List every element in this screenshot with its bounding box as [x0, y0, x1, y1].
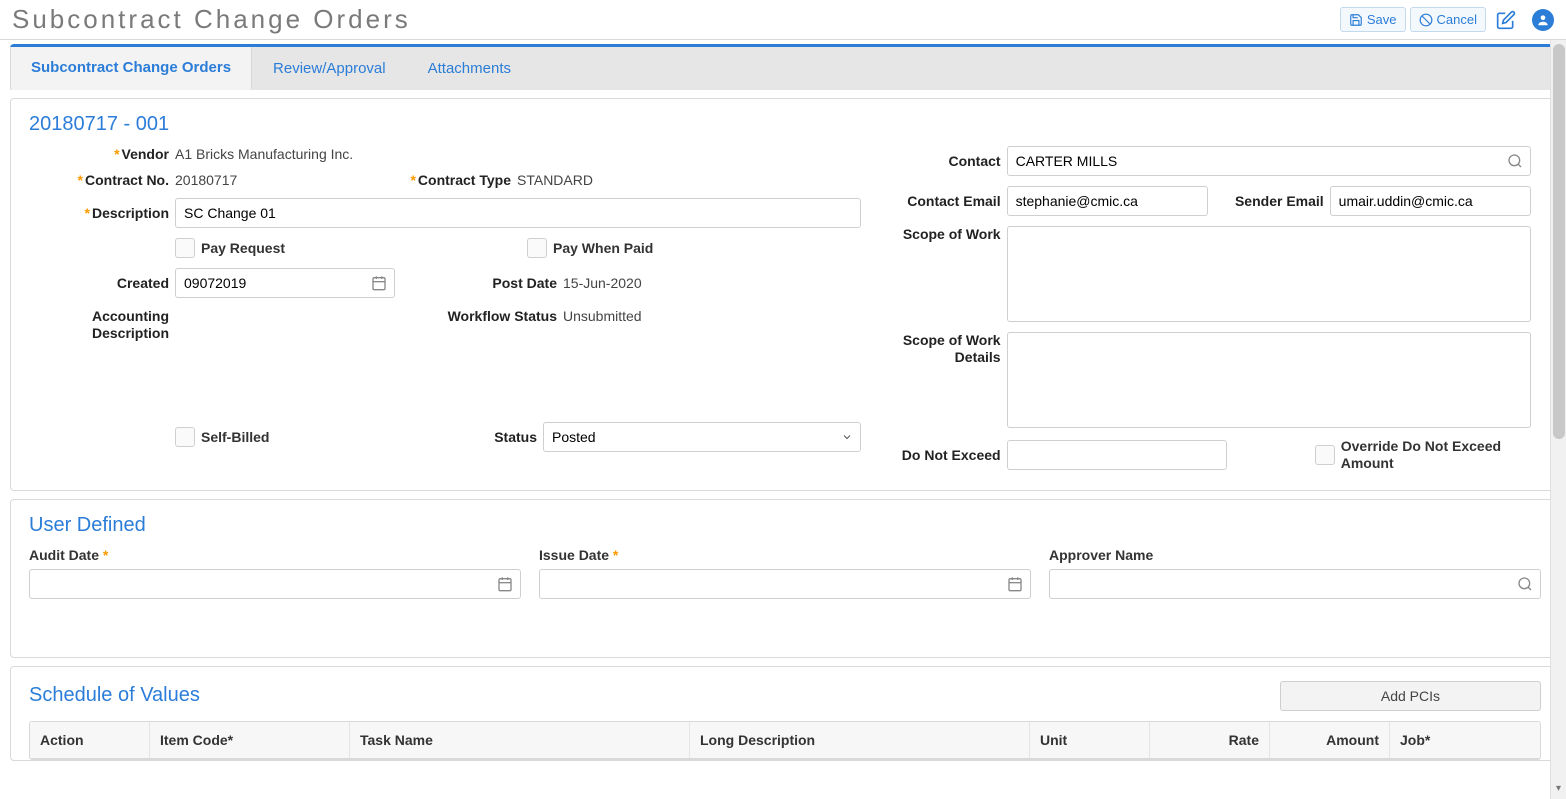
issue-date-input[interactable]: [539, 569, 1031, 599]
audit-date-label: Audit Date: [29, 547, 521, 563]
scope-details-label: Scope of Work Details: [881, 332, 1001, 366]
col-amount[interactable]: Amount: [1270, 722, 1390, 758]
col-task-name[interactable]: Task Name: [350, 722, 690, 758]
sov-header-row: Action Item Code* Task Name Long Descrip…: [30, 722, 1540, 759]
user-defined-panel: User Defined Audit Date Issue Date: [10, 499, 1560, 658]
contact-email-input[interactable]: [1007, 186, 1208, 216]
col-item-code[interactable]: Item Code*: [150, 722, 350, 758]
do-not-exceed-label: Do Not Exceed: [881, 447, 1001, 463]
post-date-label: Post Date: [401, 275, 557, 291]
override-dne-checkbox[interactable]: [1315, 445, 1335, 465]
header-actions: Save Cancel: [1340, 6, 1554, 34]
row-acct-workflow: Accounting Description Workflow Status U…: [29, 308, 861, 342]
pay-request-label: Pay Request: [201, 240, 521, 256]
record-title: 20180717 - 001: [29, 113, 1541, 136]
audit-date-input[interactable]: [29, 569, 521, 599]
save-button[interactable]: Save: [1340, 7, 1406, 32]
sov-title: Schedule of Values: [29, 684, 200, 707]
user-avatar-icon[interactable]: [1532, 9, 1554, 31]
contract-no-label: Contract No.: [29, 172, 169, 188]
approver-name-label: Approver Name: [1049, 547, 1541, 563]
status-label: Status: [467, 429, 537, 445]
tab-subcontract-change-orders[interactable]: Subcontract Change Orders: [10, 47, 252, 90]
col-unit[interactable]: Unit: [1030, 722, 1150, 758]
add-pcis-button[interactable]: Add PCIs: [1280, 681, 1541, 711]
save-label: Save: [1367, 12, 1397, 27]
edit-icon[interactable]: [1490, 6, 1522, 34]
col-job[interactable]: Job*: [1390, 722, 1540, 758]
pay-when-paid-label: Pay When Paid: [553, 240, 653, 256]
self-billed-checkbox[interactable]: [175, 427, 195, 447]
sov-table: Action Item Code* Task Name Long Descrip…: [29, 721, 1541, 760]
vendor-label: Vendor: [29, 146, 169, 162]
pay-request-checkbox[interactable]: [175, 238, 195, 258]
page-title: Subcontract Change Orders: [12, 4, 411, 35]
contract-no-value: 20180717: [175, 172, 375, 188]
row-emails: Contact Email Sender Email: [881, 186, 1531, 216]
scroll-down-icon[interactable]: ▾: [1551, 783, 1566, 799]
post-date-value: 15-Jun-2020: [563, 275, 642, 291]
contract-type-label: Contract Type: [381, 172, 511, 188]
row-scope: Scope of Work: [881, 226, 1531, 322]
col-rate[interactable]: Rate: [1150, 722, 1270, 758]
approver-name-input[interactable]: [1049, 569, 1541, 599]
created-label: Created: [29, 275, 169, 291]
status-select[interactable]: Posted: [543, 422, 861, 452]
do-not-exceed-input[interactable]: [1007, 440, 1227, 470]
sender-email-label: Sender Email: [1214, 193, 1324, 209]
override-dne-label: Override Do Not Exceed Amount: [1341, 438, 1531, 472]
cancel-label: Cancel: [1437, 12, 1477, 27]
scope-of-work-input[interactable]: [1007, 226, 1531, 322]
contract-type-value: STANDARD: [517, 172, 593, 188]
cancel-icon: [1419, 13, 1433, 27]
workflow-status-label: Workflow Status: [401, 308, 557, 324]
created-input[interactable]: [175, 268, 395, 298]
workflow-status-value: Unsubmitted: [563, 308, 642, 324]
col-action[interactable]: Action: [30, 722, 150, 758]
contact-email-label: Contact Email: [881, 193, 1001, 209]
row-description: Description: [29, 198, 861, 228]
description-input[interactable]: [175, 198, 861, 228]
tab-review-approval[interactable]: Review/Approval: [252, 47, 407, 90]
row-scope-details: Scope of Work Details: [881, 332, 1531, 428]
vendor-value: A1 Bricks Manufacturing Inc.: [175, 146, 353, 162]
sov-panel: Schedule of Values Add PCIs Action Item …: [10, 666, 1560, 761]
row-do-not-exceed: Do Not Exceed Override Do Not Exceed Amo…: [881, 438, 1531, 472]
row-created-postdate: Created Post Date 15-Jun-2020: [29, 268, 861, 298]
scope-of-work-label: Scope of Work: [881, 226, 1001, 242]
tab-attachments[interactable]: Attachments: [407, 47, 532, 90]
record-panel: 20180717 - 001 Vendor A1 Bricks Manufact…: [10, 98, 1560, 491]
scope-details-input[interactable]: [1007, 332, 1531, 428]
vertical-scrollbar[interactable]: ▾: [1550, 40, 1566, 799]
issue-date-label: Issue Date: [539, 547, 1031, 563]
row-pay-flags: Pay Request Pay When Paid: [29, 238, 861, 258]
row-selfbilled-status: Self-Billed Status Posted: [29, 422, 861, 452]
pay-when-paid-checkbox[interactable]: [527, 238, 547, 258]
self-billed-label: Self-Billed: [201, 429, 461, 445]
row-vendor: Vendor A1 Bricks Manufacturing Inc.: [29, 146, 861, 162]
cancel-button[interactable]: Cancel: [1410, 7, 1486, 32]
contact-input[interactable]: [1007, 146, 1531, 176]
tab-bar: Subcontract Change Orders Review/Approva…: [10, 44, 1560, 90]
save-icon: [1349, 13, 1363, 27]
row-contract: Contract No. 20180717 Contract Type STAN…: [29, 172, 861, 188]
accounting-desc-label: Accounting Description: [29, 308, 169, 342]
contact-label: Contact: [881, 153, 1001, 169]
content-scroll[interactable]: Subcontract Change Orders Review/Approva…: [0, 40, 1566, 799]
app-header: Subcontract Change Orders Save Cancel: [0, 0, 1566, 40]
description-label: Description: [29, 205, 169, 221]
row-contact: Contact: [881, 146, 1531, 176]
scrollbar-thumb[interactable]: [1553, 44, 1565, 439]
user-defined-title: User Defined: [29, 514, 1541, 537]
col-long-desc[interactable]: Long Description: [690, 722, 1030, 758]
sender-email-input[interactable]: [1330, 186, 1531, 216]
